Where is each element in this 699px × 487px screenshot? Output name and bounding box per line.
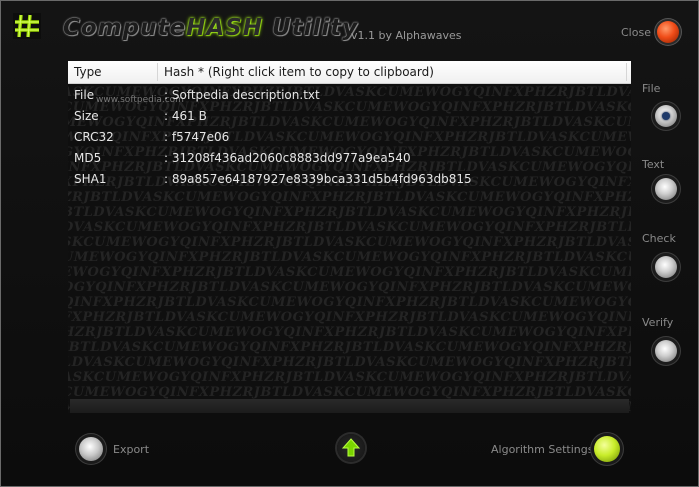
option-file-label: File (642, 82, 661, 95)
list-item[interactable]: MD5 : 31208f436ad2060c8883dd977a9ea540 (68, 149, 631, 170)
option-check-radio[interactable] (655, 256, 677, 278)
up-arrow-icon (342, 438, 360, 457)
option-text-radio[interactable] (655, 178, 677, 200)
row-value: : 31208f436ad2060c8883dd977a9ea540 (164, 151, 411, 165)
main-window: ComputeHASH Utility v1.1 by Alphawaves C… (0, 0, 699, 487)
list-header: Type Hash * (Right click item to copy to… (68, 61, 631, 84)
hash-list-panel[interactable]: ASKCUMEWOGYQINFXPHZRJBTLDVASKCUMEWOGYQIN… (68, 61, 631, 413)
app-title: ComputeHASH Utility (63, 15, 359, 41)
list-item[interactable]: File : Softpedia description.txt (68, 86, 631, 107)
version-label: v1.1 by Alphawaves (351, 29, 462, 42)
option-text-label: Text (642, 158, 665, 171)
column-header-type[interactable]: Type (74, 65, 102, 79)
column-divider (626, 63, 627, 81)
option-verify-label: Verify (642, 316, 674, 329)
export-label: Export (113, 443, 150, 456)
list-item[interactable]: SHA1 : 89a857e64187927e8339bca331d5b4fd96… (68, 170, 631, 191)
export-button[interactable] (79, 437, 103, 461)
algorithm-settings-button[interactable] (594, 436, 620, 462)
list-item[interactable]: Size : 461 B (68, 107, 631, 128)
horizontal-scrollbar[interactable] (70, 399, 629, 413)
row-value: : 89a857e64187927e8339bca331d5b4fd963db8… (164, 172, 472, 186)
up-button[interactable] (337, 434, 365, 462)
close-label: Close (621, 26, 651, 39)
row-key: MD5 (74, 151, 102, 165)
row-value: : Softpedia description.txt (164, 88, 320, 102)
list-item[interactable]: CRC32 : f5747e06 (68, 128, 631, 149)
row-key: Size (74, 109, 99, 123)
hash-rows: File : Softpedia description.txt Size : 46… (68, 86, 631, 191)
column-divider (157, 63, 158, 81)
option-file-radio[interactable] (655, 105, 677, 127)
row-key: SHA1 (74, 172, 107, 186)
column-header-hash[interactable]: Hash * (Right click item to copy to clip… (164, 65, 434, 79)
row-value: : f5747e06 (164, 130, 230, 144)
title-highlight: HASH (186, 15, 263, 41)
row-key: File (74, 88, 95, 102)
algorithm-settings-label: Algorithm Settings (491, 443, 594, 456)
hash-logo-icon (13, 13, 41, 39)
row-key: CRC32 (74, 130, 114, 144)
row-value: : 461 B (164, 109, 207, 123)
option-verify-radio[interactable] (655, 340, 677, 362)
close-button[interactable] (657, 21, 679, 43)
option-check-label: Check (642, 232, 676, 245)
